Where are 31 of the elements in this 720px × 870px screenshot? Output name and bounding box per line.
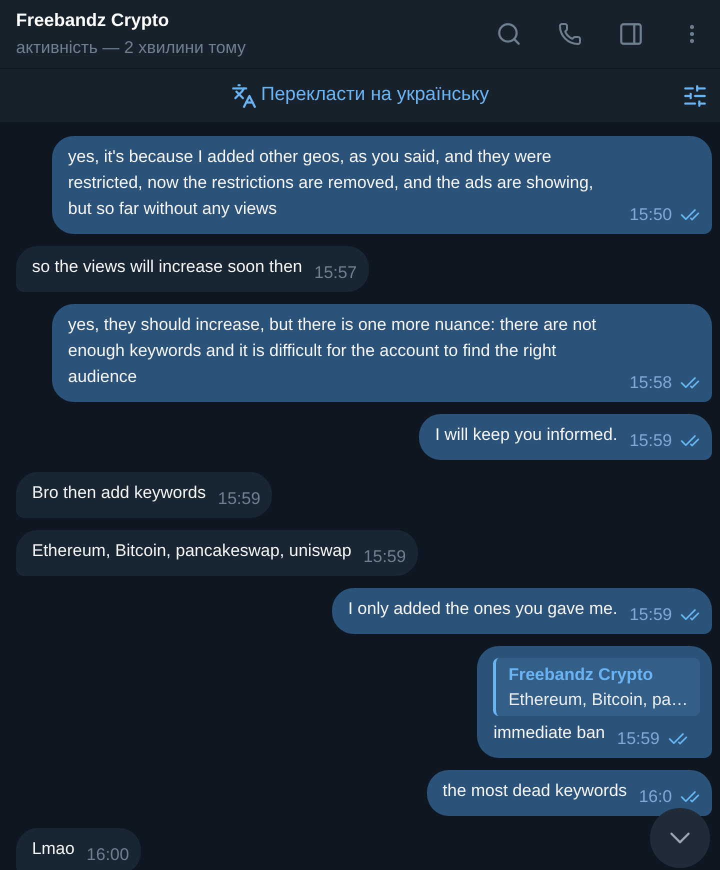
message-time: 15:57: [314, 262, 357, 284]
message-text: Bro then add keywords: [32, 482, 206, 504]
message-text: yes, it's because I added other geos, as you said, and they were restricted, now the restrictions are removed, and the ads are showing, but so far without any views: [68, 146, 594, 220]
message-time: 15:59: [629, 430, 672, 452]
settings-icon[interactable]: [682, 82, 708, 108]
reply-author: Freebandz Crypto: [508, 664, 654, 686]
message-text: yes, they should increase, but there is one more nuance: there are not enough keywords and it is difficult for the account to find the right audience: [68, 314, 598, 388]
translate-icon: [230, 82, 257, 108]
translate-button[interactable]: Перекласти на українську: [230, 81, 490, 110]
message-time: 15:59: [218, 488, 260, 510]
message-text: the most dead keywords: [442, 780, 627, 802]
chat-title: Freebandz Crypto: [16, 9, 170, 32]
search-icon[interactable]: [496, 21, 522, 47]
message-text: Ethereum, Bitcoin, pancakeswap, uniswap: [32, 540, 352, 562]
reply-quote[interactable]: Freebandz Crypto Ethereum, Bitcoin, pa…: [493, 658, 700, 716]
message-time: 15:59: [616, 728, 660, 750]
message-time: 15:59: [363, 546, 406, 568]
message-time: 16:0: [638, 786, 672, 808]
side-panel-icon[interactable]: [618, 21, 644, 47]
message-time: 16:00: [86, 844, 130, 866]
message-time: 15:59: [629, 604, 672, 626]
message-text: Lmao: [32, 838, 75, 860]
message-time: 15:50: [629, 204, 672, 226]
message-text: immediate ban: [493, 722, 605, 744]
message-text: I will keep you informed.: [435, 424, 618, 446]
chat-status: активність — 2 хвилини тому: [16, 37, 246, 59]
phone-icon[interactable]: [558, 22, 582, 46]
reply-text: Ethereum, Bitcoin, pa…: [508, 689, 688, 711]
message-time: 15:58: [629, 372, 672, 394]
message-text: I only added the ones you gave me.: [348, 598, 618, 620]
message-text: so the views will increase soon then: [32, 256, 302, 278]
